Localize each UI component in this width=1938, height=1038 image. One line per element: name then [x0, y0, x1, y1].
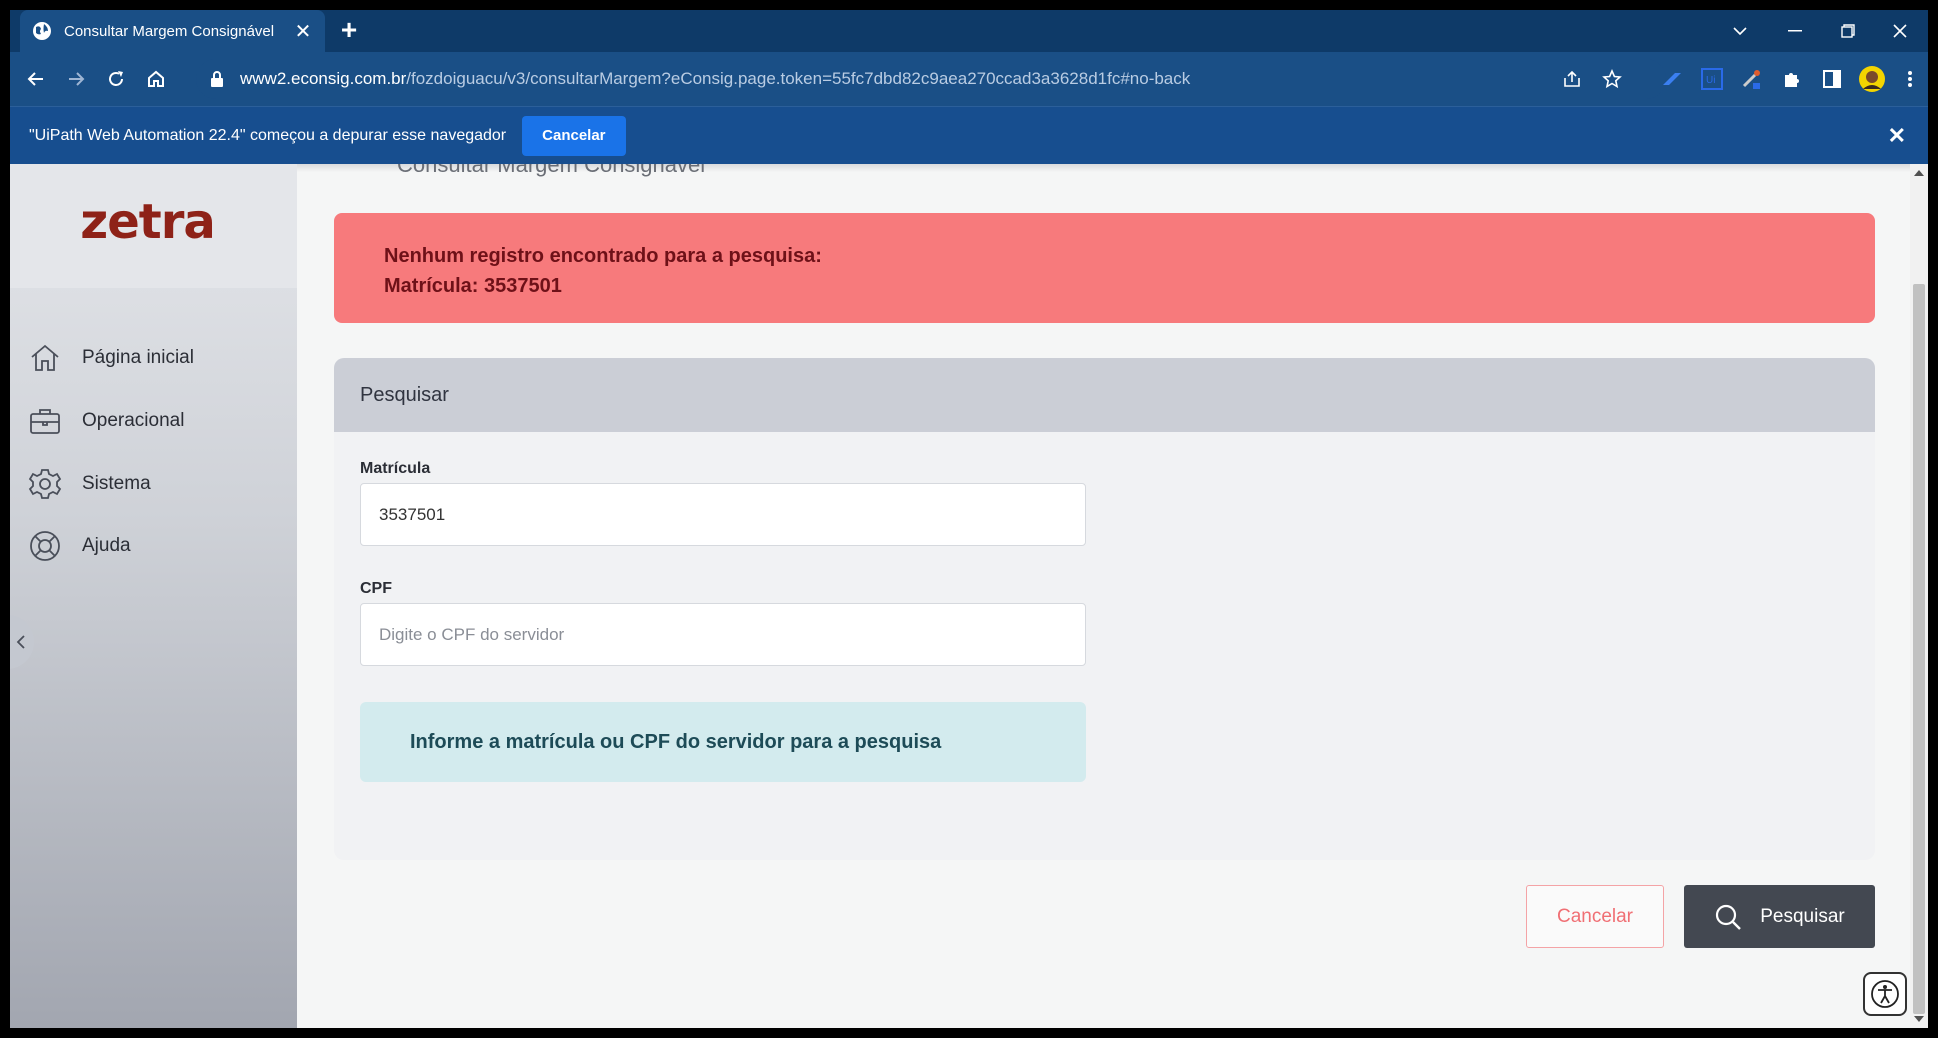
- cpf-input[interactable]: Digite o CPF do servidor: [360, 603, 1086, 666]
- sidebar-item-label: Operacional: [82, 410, 185, 431]
- sidebar-item-sistema[interactable]: Sistema: [28, 464, 151, 504]
- tab-title: Consultar Margem Consignável: [64, 22, 275, 40]
- tab-close-icon[interactable]: ✕: [293, 19, 313, 44]
- close-window-icon[interactable]: [1880, 16, 1920, 46]
- globe-icon: [33, 22, 51, 40]
- scrollbar-thumb[interactable]: [1913, 284, 1925, 1014]
- star-icon[interactable]: [1598, 65, 1626, 93]
- chevron-left-icon: [16, 635, 25, 649]
- lifebuoy-icon: [30, 531, 60, 561]
- url-host: www2.econsig.com.br: [240, 69, 407, 88]
- back-icon[interactable]: [22, 65, 50, 93]
- search-button[interactable]: Pesquisar: [1684, 885, 1875, 948]
- extension-tool-icon[interactable]: [1738, 65, 1766, 93]
- sidebar-item-operacional[interactable]: Operacional: [28, 401, 184, 441]
- tab-strip: Consultar Margem Consignável ✕ +: [10, 10, 1928, 52]
- cancel-button[interactable]: Cancelar: [1526, 885, 1664, 948]
- page-content: zetra Página inicial Operacional Sistema…: [10, 164, 1910, 1028]
- reload-icon[interactable]: [102, 65, 130, 93]
- share-icon[interactable]: [1558, 65, 1586, 93]
- sidebar-item-label: Sistema: [82, 473, 151, 494]
- menu-kebab-icon[interactable]: [1896, 65, 1924, 93]
- browser-toolbar: www2.econsig.com.br/fozdoiguacu/v3/consu…: [10, 52, 1928, 106]
- search-card-header: Pesquisar: [334, 358, 1875, 432]
- sidebar-item-label: Página inicial: [82, 347, 194, 368]
- sidebar-collapse-button[interactable]: [10, 615, 34, 669]
- extension-pen-icon[interactable]: [1658, 65, 1686, 93]
- infobar-message: "UiPath Web Automation 22.4" começou a d…: [29, 126, 507, 144]
- zetra-logo[interactable]: zetra: [80, 194, 215, 250]
- accessibility-icon: [1871, 980, 1899, 1008]
- accessibility-button[interactable]: [1863, 972, 1907, 1016]
- sidebar: zetra Página inicial Operacional Sistema…: [10, 164, 297, 1028]
- scroll-up-icon[interactable]: [1914, 170, 1924, 176]
- cpf-label: CPF: [360, 580, 392, 597]
- profile-avatar[interactable]: [1858, 65, 1886, 93]
- error-alert: Nenhum registro encontrado para a pesqui…: [334, 213, 1875, 323]
- minimize-icon[interactable]: [1775, 16, 1815, 46]
- uipath-icon[interactable]: Ui: [1698, 65, 1726, 93]
- matricula-label: Matrícula: [360, 460, 431, 477]
- page-scrollbar[interactable]: [1910, 164, 1928, 1028]
- home-icon: [31, 344, 59, 371]
- home-button-icon[interactable]: [142, 65, 170, 93]
- logo-area: zetra: [10, 164, 297, 288]
- briefcase-icon: [30, 409, 60, 434]
- search-card-title: Pesquisar: [360, 383, 449, 406]
- browser-window: Consultar Margem Consignável ✕ + www2.ec…: [10, 10, 1928, 1028]
- alert-message: Nenhum registro encontrado para a pesqui…: [384, 245, 822, 267]
- infobar-cancel-button[interactable]: Cancelar: [522, 115, 626, 156]
- address-bar[interactable]: www2.econsig.com.br/fozdoiguacu/v3/consu…: [196, 59, 1666, 99]
- extensions-puzzle-icon[interactable]: [1778, 65, 1806, 93]
- debug-infobar: "UiPath Web Automation 22.4" começou a d…: [10, 106, 1928, 164]
- scroll-down-icon[interactable]: [1914, 1016, 1924, 1022]
- restore-icon[interactable]: [1828, 16, 1868, 46]
- svg-text:Ui: Ui: [1706, 75, 1715, 86]
- infobar-close-icon[interactable]: ✕: [1888, 123, 1906, 149]
- page-title: Consultar Margem Consignável: [397, 164, 706, 177]
- lock-icon: [211, 71, 223, 87]
- side-panel-icon[interactable]: [1818, 65, 1846, 93]
- search-icon: [1716, 904, 1742, 930]
- sidebar-item-label: Ajuda: [82, 535, 131, 556]
- gear-icon: [28, 469, 62, 499]
- alert-detail: Matrícula: 3537501: [384, 275, 562, 297]
- search-card: Pesquisar Matrícula 3537501 CPF Digite o…: [334, 358, 1875, 860]
- url-path: /fozdoiguacu/v3/consultarMargem?eConsig.…: [406, 69, 1191, 88]
- url-text: www2.econsig.com.br/fozdoiguacu/v3/consu…: [240, 69, 1190, 89]
- hint-text: Informe a matrícula ou CPF do servidor p…: [410, 730, 942, 753]
- new-tab-button[interactable]: +: [336, 16, 362, 44]
- tab-search-icon[interactable]: [1720, 16, 1760, 46]
- sidebar-item-home[interactable]: Página inicial: [28, 338, 194, 378]
- matricula-input[interactable]: 3537501: [360, 483, 1086, 546]
- forward-icon[interactable]: [62, 65, 90, 93]
- tab-active[interactable]: Consultar Margem Consignável ✕: [20, 10, 325, 52]
- search-button-label: Pesquisar: [1760, 905, 1845, 927]
- info-hint: Informe a matrícula ou CPF do servidor p…: [360, 702, 1086, 782]
- sidebar-item-ajuda[interactable]: Ajuda: [28, 526, 131, 566]
